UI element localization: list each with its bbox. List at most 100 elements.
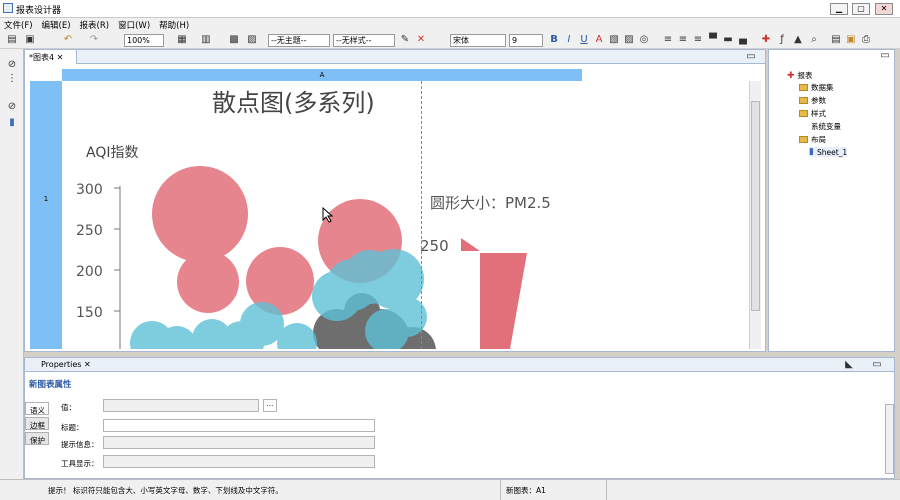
legend-title: 圆形大小：PM2.5 [430,194,551,212]
border-icon[interactable]: ▨ [246,34,258,46]
tree-label: Sheet_1 [816,147,848,157]
underline-button[interactable]: U [578,34,590,46]
tree-item-layout[interactable]: 布局 [799,134,826,145]
tree-item-sysvars[interactable]: 系统变量 [811,121,841,132]
maximize-button[interactable]: ▢ [852,3,870,15]
properties-title: Properties [41,360,82,369]
legend-scale [480,253,527,349]
value-field[interactable] [103,399,259,412]
panel-minimize-icon[interactable]: ▭ [879,50,891,62]
browse-button[interactable]: ... [263,399,277,412]
merge-icon[interactable]: ▩ [228,34,240,46]
cell-divider [421,81,422,349]
pin-icon[interactable]: ◣ [843,359,855,371]
preview-icon[interactable]: ▤ [830,34,842,46]
italic-button[interactable]: I [563,34,575,46]
tree-label: 布局 [811,135,826,144]
menu-file[interactable]: 文件(F) [0,18,38,31]
cell-icon[interactable]: ✚ [760,34,772,46]
minimize-pane-icon[interactable]: ▭ [745,51,757,63]
clear-icon[interactable]: ◎ [638,34,650,46]
minimize-button[interactable]: ▁ [830,3,848,15]
tab-border[interactable]: 边框 [25,417,49,430]
chart-icon[interactable]: ▮ [6,117,18,129]
properties-panel: Properties ✕ ◣ ▭ 新图表属性 语义 边框 保护 值： ... 标… [24,357,895,479]
zoom-select[interactable]: 100% [124,34,164,47]
outline-panel: ▭ ✚ 报表 数据集 参数 样式 系统变量 布局 ▮ Sheet_1 [768,49,895,352]
left-strip: ⊘ ⋮ ⊘ ▮ [0,49,24,479]
tooltip-field[interactable] [103,436,375,449]
align-middle-icon[interactable]: ▬ [722,34,734,46]
fill-color-icon[interactable]: ▧ [608,34,620,46]
title-bar: 报表设计器 ▁ ▢ ✕ [0,0,900,18]
export-icon[interactable]: ▣ [845,34,857,46]
insert-icon[interactable]: ▥ [200,34,212,46]
tick-label: 200 [76,264,103,280]
brush-icon[interactable]: ✎ [399,34,411,46]
new-icon[interactable]: ▤ [6,34,18,46]
tree-label: 报表 [797,71,813,80]
toolshow-label: 工具显示： [61,459,99,468]
align-top-icon[interactable]: ▀ [707,34,719,46]
tree-label: 参数 [811,96,826,105]
menu-help[interactable]: 帮助(H) [155,18,194,31]
sheet-chart-icon: ▮ [809,147,814,157]
align-bottom-icon[interactable]: ▄ [737,34,749,46]
chart-title: 散点图(多系列) [212,89,375,117]
editor-scrollbar[interactable] [749,81,761,349]
menu-report[interactable]: 报表(R) [76,18,115,31]
column-header[interactable]: A [62,69,582,81]
mouse-cursor-icon [322,207,334,223]
row-header[interactable]: 1 [30,81,62,349]
font-select[interactable]: 宋体 [450,34,506,47]
tab-protect[interactable]: 保护 [25,432,49,445]
chart-insert-icon[interactable]: ▲ [792,34,804,46]
bold-button[interactable]: B [548,34,560,46]
legend-value: 250 [420,237,449,255]
menu-bar: 文件(F) 编辑(E) 报表(R) 窗口(W) 帮助(H) [0,18,900,31]
tree-item-params[interactable]: 参数 [799,95,826,106]
tree-icon[interactable]: ⋮ [6,73,18,85]
redo-icon[interactable]: ↷ [88,34,100,46]
fontsize-select[interactable]: 9 [509,34,543,47]
tree-item-styles[interactable]: 样式 [799,108,826,119]
scroll-thumb[interactable] [751,101,760,311]
title-field[interactable] [103,419,375,432]
style-select[interactable]: --无样式-- [333,34,395,47]
props-scrollbar[interactable] [885,404,894,474]
tab-chart4[interactable]: *图表4 ✕ [25,50,77,64]
folder-icon [799,110,808,117]
align-left-icon[interactable]: ≡ [662,34,674,46]
report-icon: ✚ [787,70,795,81]
link2-icon[interactable]: ⊘ [6,101,18,113]
bubble [152,166,248,262]
folder-icon [799,84,808,91]
undo-icon[interactable]: ↶ [62,34,74,46]
delete-icon[interactable]: ✕ [415,34,427,46]
panel-minimize-icon[interactable]: ▭ [871,359,883,371]
tree-item-sheet1[interactable]: ▮ Sheet_1 [809,147,848,157]
toolshow-field[interactable] [103,455,375,468]
theme-select[interactable]: --无主题-- [268,34,330,47]
tab-semantic[interactable]: 语义 [25,402,49,415]
save-icon[interactable]: ▣ [24,34,36,46]
tree-item-dataset[interactable]: 数据集 [799,82,834,93]
y-axis-title: AQI指数 [86,145,138,161]
align-right-icon[interactable]: ≡ [692,34,704,46]
folder-icon [799,97,808,104]
folder-icon [799,136,808,143]
align-center-icon[interactable]: ≡ [677,34,689,46]
menu-window[interactable]: 窗口(W) [114,18,155,31]
tree-item-root[interactable]: ✚ 报表 [787,70,813,81]
format-icon[interactable]: ▦ [176,34,188,46]
print-icon[interactable]: ⎙ [860,34,872,46]
app-icon [3,3,13,13]
zoom-icon[interactable]: ⌕ [808,34,820,46]
font-color-button[interactable]: A [593,34,605,46]
bubble [177,251,239,313]
image-icon[interactable]: ▨ [623,34,635,46]
function-icon[interactable]: ƒ [776,34,788,46]
link-icon[interactable]: ⊘ [6,59,18,71]
close-button[interactable]: ✕ [875,3,893,15]
menu-edit[interactable]: 编辑(E) [38,18,76,31]
